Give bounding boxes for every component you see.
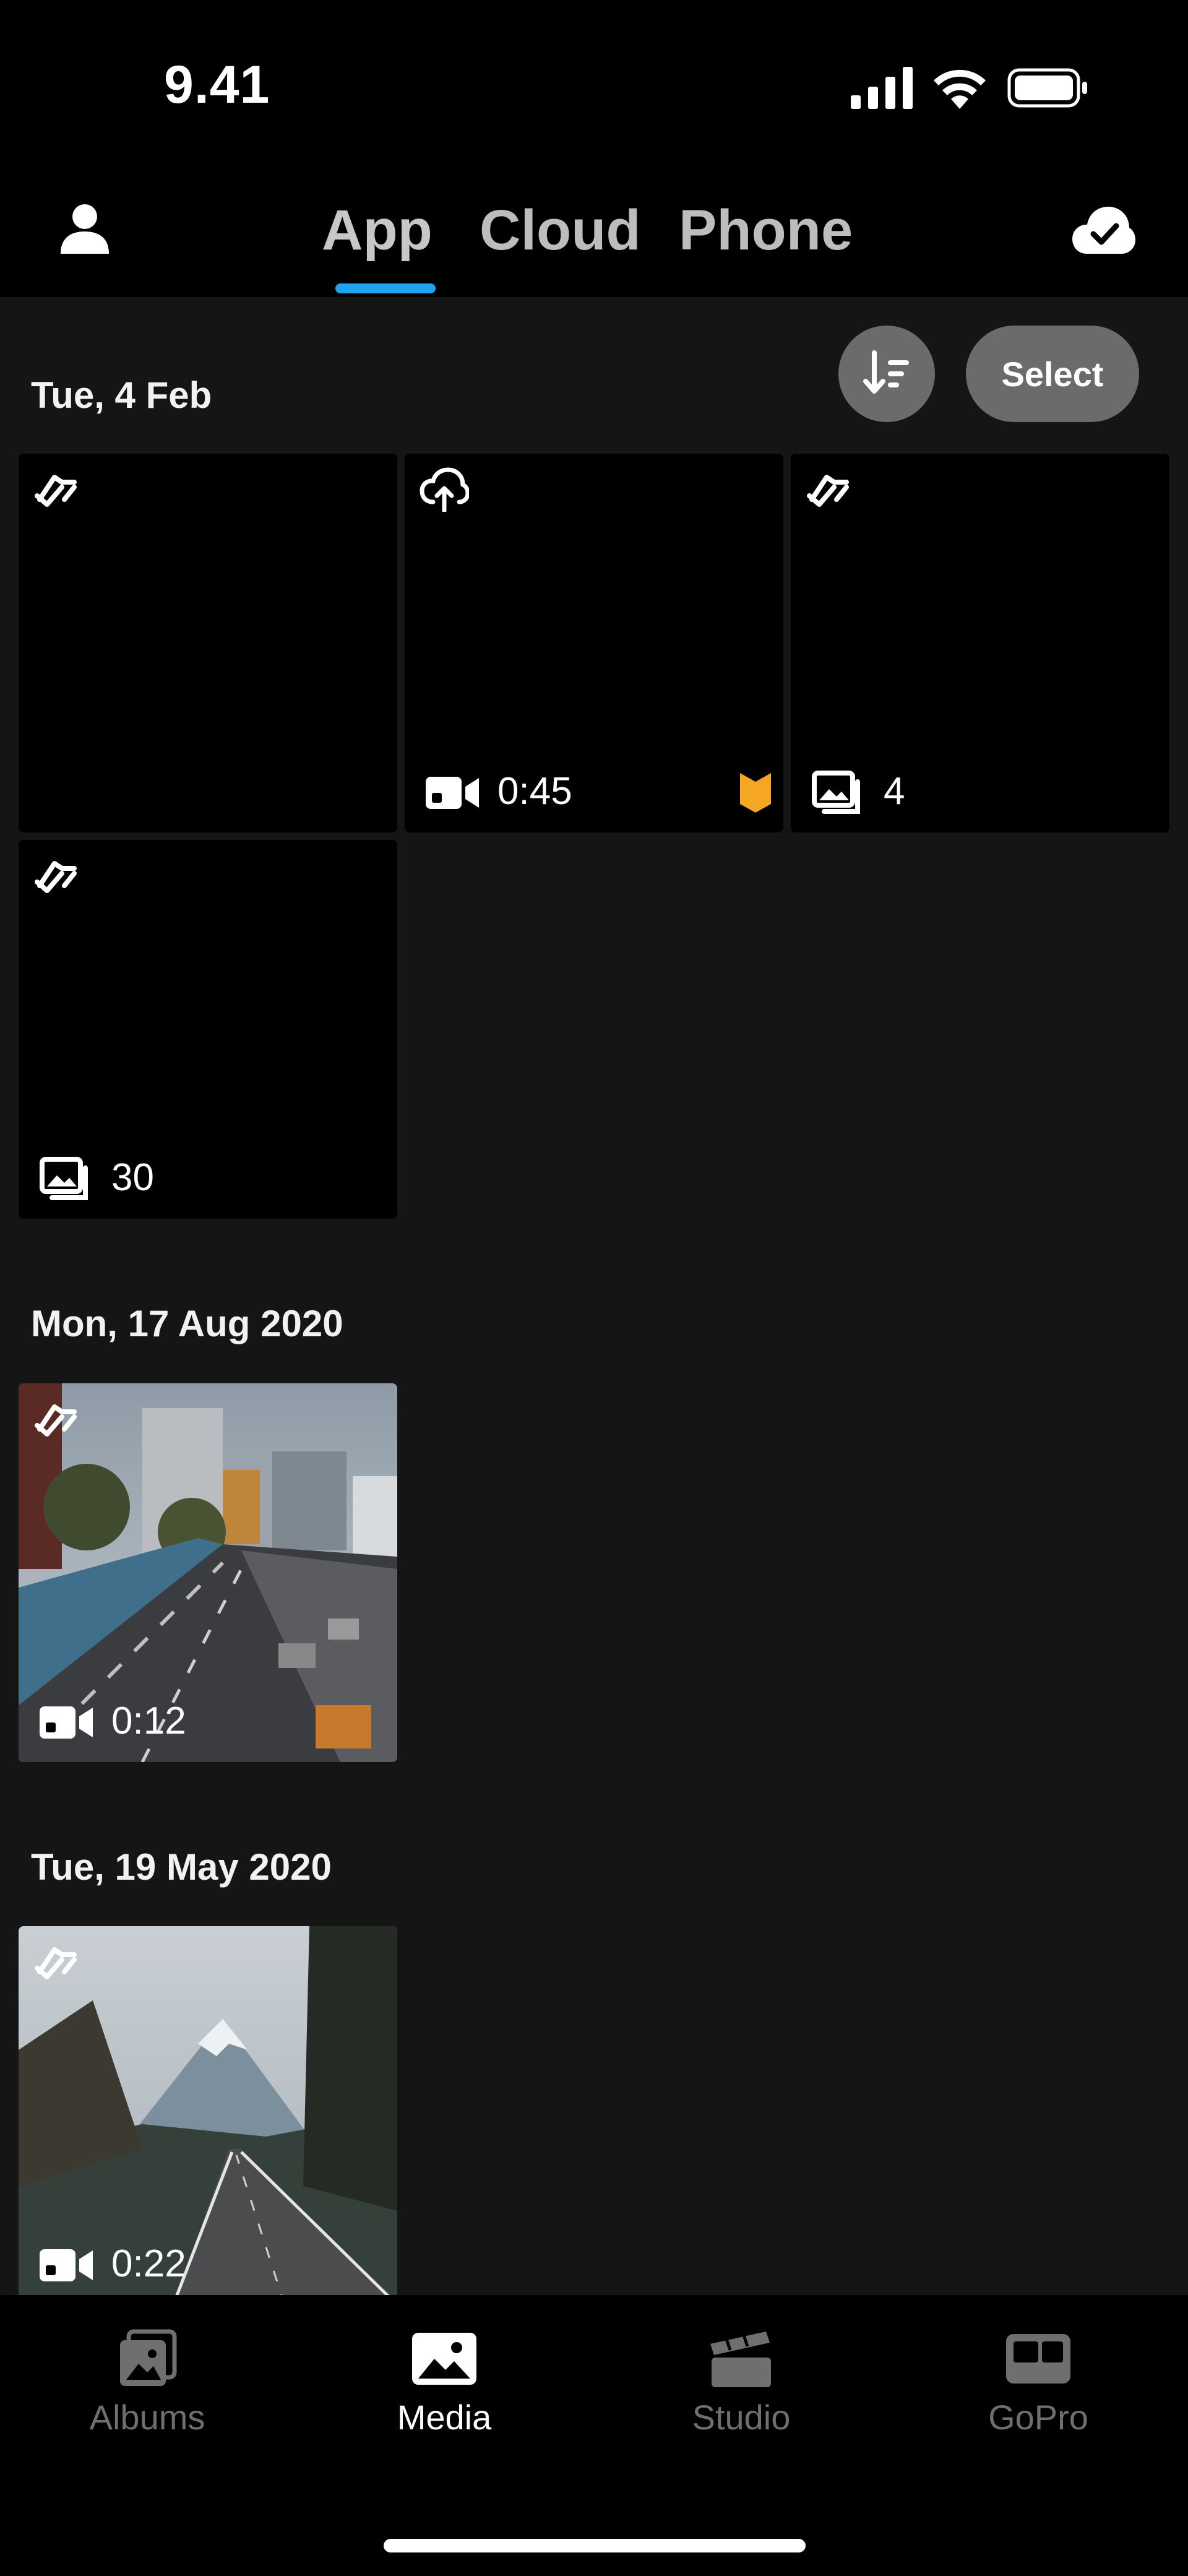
media-tile[interactable] [19, 454, 397, 832]
media-tile[interactable]: 0:12 [19, 1383, 397, 1762]
media-tile[interactable]: 4 [791, 454, 1169, 832]
video-icon [426, 777, 479, 809]
active-tab-indicator [335, 283, 436, 293]
tab-phone[interactable]: Phone [679, 198, 853, 263]
photo-count: 4 [884, 770, 905, 813]
nav-item-gopro[interactable]: GoPro [939, 2324, 1137, 2466]
nav-label-media: Media [397, 2398, 492, 2437]
date-header: Tue, 4 Feb [31, 374, 212, 416]
nav-item-studio[interactable]: Studio [642, 2324, 840, 2466]
status-time: 9.41 [164, 55, 270, 115]
albums-icon [120, 2329, 177, 2386]
photo-count: 30 [111, 1156, 154, 1199]
media-icon [412, 2333, 476, 2385]
synced-icon [35, 861, 77, 893]
sort-icon [863, 350, 909, 394]
cloud-upload-icon [420, 467, 469, 512]
media-tile[interactable]: 30 [19, 840, 397, 1219]
video-icon [40, 2249, 93, 2281]
clapperboard-icon [710, 2332, 771, 2387]
tab-cloud[interactable]: Cloud [480, 198, 641, 263]
media-tile[interactable]: 0:22 [19, 1926, 397, 2295]
synced-icon [35, 1947, 77, 1979]
synced-icon [807, 475, 849, 507]
sort-button[interactable] [838, 326, 935, 422]
nav-item-media[interactable]: Media [345, 2324, 543, 2466]
video-duration: 0:22 [111, 2242, 186, 2285]
tab-app[interactable]: App [322, 198, 433, 263]
video-duration: 0:45 [497, 770, 572, 813]
date-header: Mon, 17 Aug 2020 [31, 1303, 343, 1344]
nav-item-albums[interactable]: Albums [48, 2324, 246, 2466]
photos-icon [40, 1157, 88, 1200]
video-icon [40, 1706, 93, 1739]
signal-icon [851, 67, 913, 109]
video-duration: 0:12 [111, 1700, 186, 1742]
profile-button[interactable] [59, 203, 110, 254]
camera-device-icon [1006, 2334, 1070, 2384]
cloud-sync-button[interactable] [1072, 205, 1135, 254]
synced-icon [35, 475, 77, 507]
home-indicator [384, 2539, 806, 2552]
photos-icon [812, 771, 860, 814]
nav-label-albums: Albums [89, 2398, 205, 2437]
wifi-icon [934, 69, 986, 109]
highlight-badge-icon [740, 773, 771, 813]
date-header: Tue, 19 May 2020 [31, 1846, 332, 1888]
synced-icon [35, 1404, 77, 1437]
nav-label-gopro: GoPro [988, 2398, 1088, 2437]
media-tile[interactable]: 0:45 [405, 454, 783, 832]
battery-icon [1007, 68, 1087, 108]
select-button[interactable]: Select [966, 326, 1139, 422]
nav-label-studio: Studio [692, 2398, 791, 2437]
